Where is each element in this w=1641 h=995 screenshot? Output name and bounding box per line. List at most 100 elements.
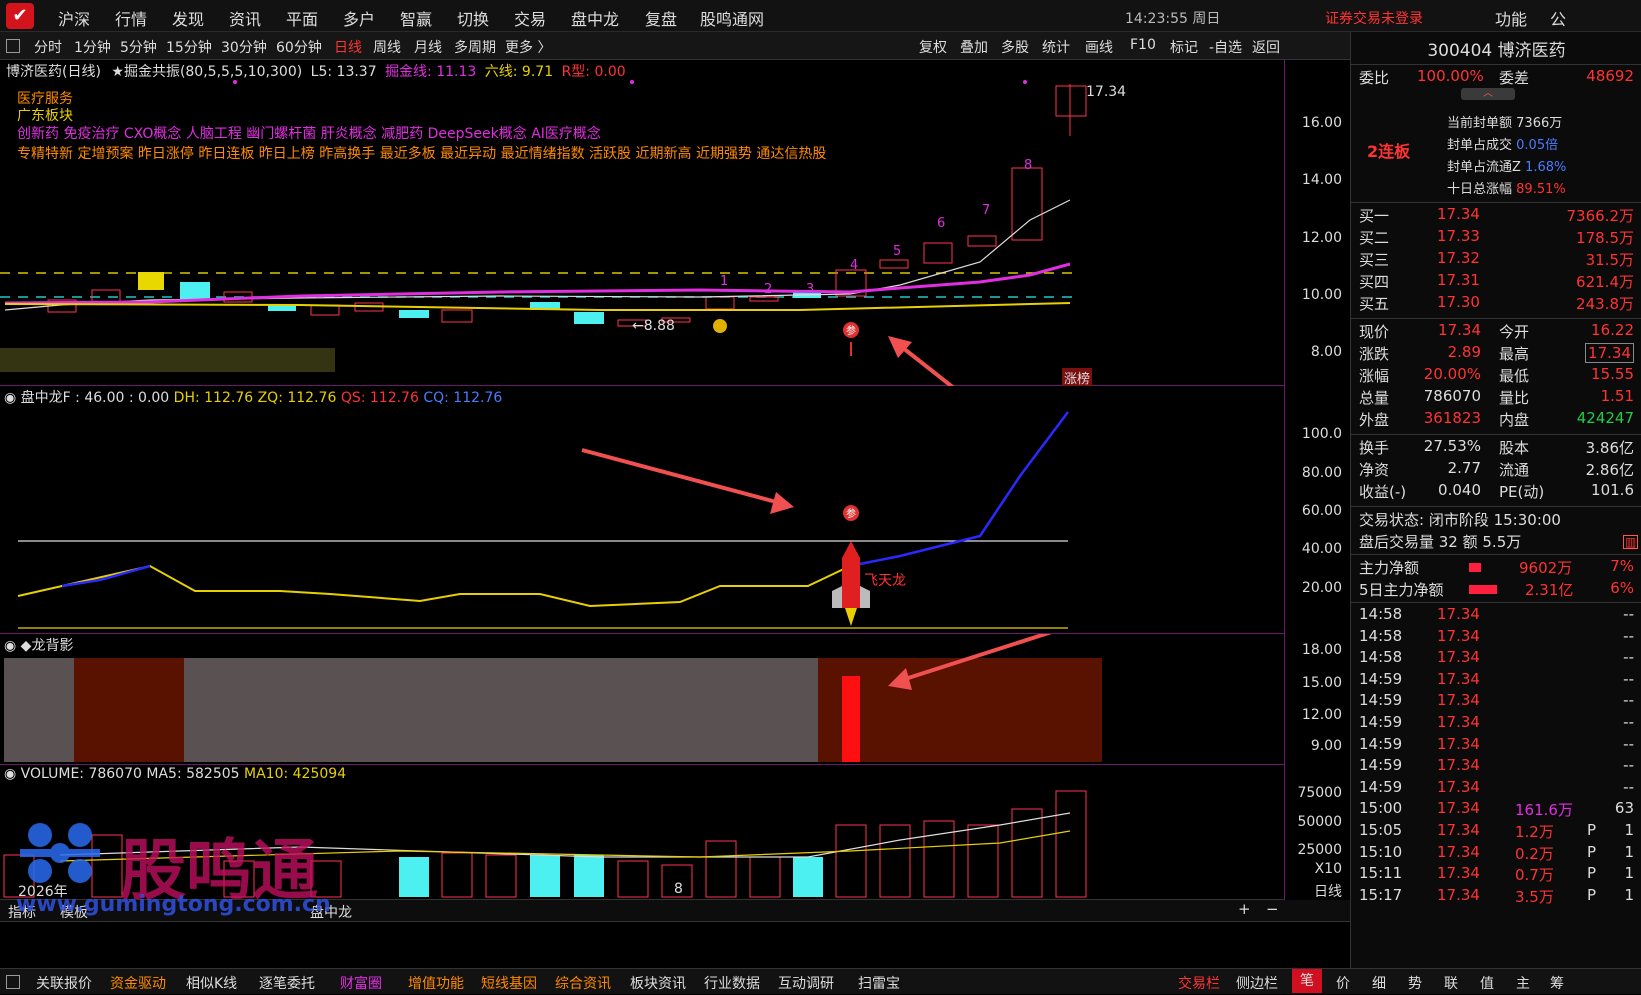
- btn-f10[interactable]: F10: [1130, 37, 1156, 53]
- period-daily[interactable]: 日线: [334, 37, 362, 57]
- period-fenshi[interactable]: 分时: [34, 37, 62, 57]
- menu-jiaoyi[interactable]: 交易: [514, 6, 546, 30]
- stock-code-name[interactable]: 300404 博济医药: [1351, 36, 1641, 61]
- menu-panzhonglong[interactable]: 盘中龙: [571, 6, 619, 30]
- btn-duogu[interactable]: 多股: [1001, 37, 1029, 57]
- longbeiying-pane[interactable]: ◉ ◆龙背影: [0, 634, 1284, 765]
- flow-row[interactable]: 主力净额 9602万 7%: [1351, 557, 1641, 579]
- tab-xi[interactable]: 细: [1372, 973, 1386, 993]
- stock-name-label[interactable]: 博济医药(日线): [6, 64, 101, 80]
- seal-value: 0.05倍: [1516, 138, 1559, 153]
- bottom-guanlian[interactable]: 关联报价: [36, 973, 92, 993]
- bottom-trade-bar[interactable]: 交易栏: [1178, 973, 1220, 993]
- feature-tags[interactable]: 专精特新 定增预案 昨日涨停 昨日连板 昨日上榜 昨高换手 最近多板 最近异动 …: [17, 143, 826, 163]
- btn-huaxian[interactable]: 画线: [1085, 37, 1113, 57]
- concept-tags[interactable]: 创新药 免疫治疗 CXO概念 人脑工程 幽门螺杆菌 肝炎概念 减肥药 DeepS…: [17, 123, 601, 143]
- tab-jia[interactable]: 价: [1336, 973, 1350, 993]
- tick-row: 14:59 17.34 --: [1351, 778, 1641, 800]
- menu-qiehuan[interactable]: 切换: [457, 6, 489, 30]
- flow-row[interactable]: 5日主力净额 2.31亿 6%: [1351, 579, 1641, 601]
- btn-tongji[interactable]: 统计: [1042, 37, 1070, 57]
- panel-toggle-icon[interactable]: [6, 39, 20, 53]
- tab-bi[interactable]: 笔: [1292, 969, 1322, 993]
- btn-fuquan[interactable]: 复权: [919, 37, 947, 57]
- bottom-hudong[interactable]: 互动调研: [778, 973, 834, 993]
- chart-mini-icon[interactable]: ▥: [1623, 535, 1639, 549]
- zoom-out-button[interactable]: −: [1266, 900, 1279, 918]
- btn-biaoji[interactable]: 标记: [1170, 37, 1198, 57]
- collapse-icon[interactable]: ◉: [4, 390, 16, 406]
- bottom-duanxian[interactable]: 短线基因: [481, 973, 537, 993]
- btn-diejia[interactable]: 叠加: [960, 37, 988, 57]
- tab-chou[interactable]: 筹: [1550, 973, 1564, 993]
- bottom-saolei[interactable]: 扫雷宝: [858, 973, 900, 993]
- period-weekly[interactable]: 周线: [373, 37, 401, 57]
- menu-pingmian[interactable]: 平面: [286, 6, 318, 30]
- menu-duohu[interactable]: 多户: [343, 6, 375, 30]
- region-tag[interactable]: 广东板块: [17, 105, 73, 125]
- tick-count: 1: [1624, 821, 1634, 839]
- tab-zhu[interactable]: 主: [1516, 973, 1530, 993]
- period-30min[interactable]: 30分钟: [221, 37, 267, 57]
- toggle-icon[interactable]: [6, 975, 20, 989]
- menu-hangqing[interactable]: 行情: [115, 6, 147, 30]
- btn-fanhui[interactable]: 返回: [1252, 37, 1280, 57]
- period-multi[interactable]: 多周期: [454, 37, 496, 57]
- menu-zixun[interactable]: 资讯: [229, 6, 261, 30]
- buy-row[interactable]: 买四 17.31 621.4万: [1351, 271, 1641, 293]
- count-6: 6: [937, 216, 946, 231]
- tick-time: 14:59: [1359, 691, 1403, 710]
- buy-row[interactable]: 买二 17.33 178.5万: [1351, 227, 1641, 249]
- menu-zhiying[interactable]: 智赢: [400, 6, 432, 30]
- app-logo[interactable]: ✔: [6, 3, 34, 29]
- indicator-name[interactable]: ★掘金共振(80,5,5,5,10,300): [111, 64, 302, 80]
- period-15min[interactable]: 15分钟: [166, 37, 212, 57]
- btn-zixuan[interactable]: -自选: [1209, 37, 1242, 57]
- flow-bar: [1469, 563, 1481, 572]
- collapse-chevron-icon[interactable]: ︿: [1461, 88, 1515, 100]
- buy-row[interactable]: 买一 17.34 7366.2万: [1351, 205, 1641, 227]
- bottom-zhubi[interactable]: 逐笔委托: [259, 973, 315, 993]
- bottom-zonghe[interactable]: 综合资讯: [555, 973, 611, 993]
- bottom-caifu[interactable]: 财富圈: [340, 973, 382, 993]
- tick-row: 14:59 17.34 --: [1351, 670, 1641, 692]
- tab-shi[interactable]: 势: [1408, 973, 1422, 993]
- volume-pane[interactable]: ◉ VOLUME: 786070 MA5: 582505 MA10: 42509…: [0, 765, 1284, 909]
- bottom-xiangsi[interactable]: 相似K线: [186, 973, 237, 993]
- tab-zhi[interactable]: 值: [1480, 973, 1494, 993]
- menu-gumingtong[interactable]: 股鸣通网: [700, 6, 764, 30]
- period-60min[interactable]: 60分钟: [276, 37, 322, 57]
- menu-hushen[interactable]: 沪深: [58, 6, 90, 30]
- period-more[interactable]: 更多 〉: [505, 37, 551, 57]
- pzl-title[interactable]: 盘中龙F : 46.00 : 0.00: [21, 390, 170, 406]
- tick-time: 14:59: [1359, 777, 1403, 796]
- bottom-zengzhi[interactable]: 增值功能: [408, 973, 464, 993]
- bottom-sidebar[interactable]: 侧边栏: [1236, 973, 1278, 993]
- kline-chart-pane[interactable]: 参 博济医药(日线) ★掘金共振(80,5,5,5,10,300) L5: 13…: [0, 60, 1284, 387]
- menu-faxian[interactable]: 发现: [172, 6, 204, 30]
- seal-info: 当前封单额 7366万 封单占成交 0.05倍 封单占流通Z 1.68% 十日总…: [1447, 112, 1637, 200]
- collapse-icon[interactable]: ◉: [4, 638, 16, 654]
- indicator-tab-row: 指标 模板 盘中龙 www.gumingtong.com.cn + −: [0, 892, 1350, 922]
- bottom-bankuai[interactable]: 板块资讯: [630, 973, 686, 993]
- buy-row[interactable]: 买三 17.32 31.5万: [1351, 249, 1641, 271]
- menu-function[interactable]: 功能: [1495, 6, 1527, 30]
- bottom-hangye[interactable]: 行业数据: [704, 973, 760, 993]
- tick-flag: P: [1587, 864, 1597, 883]
- lby-title[interactable]: ◆龙背影: [21, 638, 74, 654]
- zhangbang-badge[interactable]: 涨榜: [1062, 368, 1093, 387]
- zoom-in-button[interactable]: +: [1238, 900, 1251, 918]
- tab-lian[interactable]: 联: [1444, 973, 1458, 993]
- svg-text:参: 参: [846, 324, 856, 337]
- period-monthly[interactable]: 月线: [414, 37, 442, 57]
- collapse-icon[interactable]: ◉: [4, 766, 16, 782]
- period-5min[interactable]: 5分钟: [120, 37, 157, 57]
- login-status[interactable]: 证券交易未登录: [1325, 8, 1423, 28]
- panzhonglong-pane[interactable]: 参 ◉ 盘中龙F : 46.00 : 0.00 DH: 112.76 ZQ: 1…: [0, 386, 1284, 634]
- bottom-zijin[interactable]: 资金驱动: [110, 973, 166, 993]
- buy-row[interactable]: 买五 17.30 243.8万: [1351, 293, 1641, 315]
- menu-public[interactable]: 公: [1550, 6, 1566, 30]
- menu-fupan[interactable]: 复盘: [645, 6, 677, 30]
- period-1min[interactable]: 1分钟: [74, 37, 111, 57]
- panzhonglong-header: ◉ 盘中龙F : 46.00 : 0.00 DH: 112.76 ZQ: 112…: [4, 387, 502, 407]
